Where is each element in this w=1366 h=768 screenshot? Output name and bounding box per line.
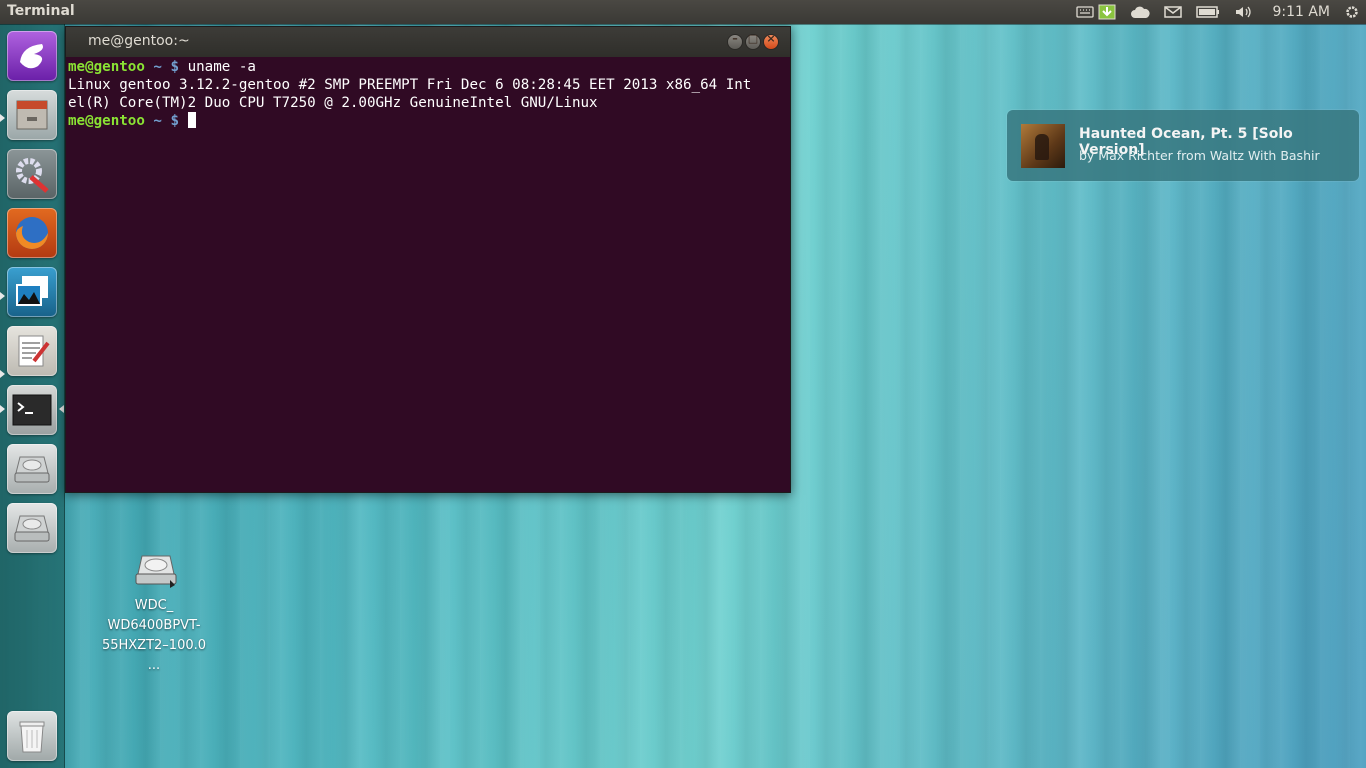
battery-icon[interactable] xyxy=(1196,5,1220,19)
text-cursor xyxy=(187,112,196,128)
gear-icon[interactable] xyxy=(1344,4,1360,20)
window-title: me@gentoo:~ xyxy=(88,33,190,49)
firefox-icon[interactable] xyxy=(7,208,57,258)
dash-home-icon[interactable] xyxy=(7,31,57,81)
app-title: Terminal xyxy=(7,3,75,19)
clock[interactable]: 9:11 AM xyxy=(1272,4,1330,20)
image-viewer-icon[interactable] xyxy=(7,267,57,317)
indicator-area: 9:11 AM xyxy=(1076,0,1360,24)
running-indicator xyxy=(0,114,5,122)
maximize-button[interactable]: □ xyxy=(745,32,761,50)
minimize-button[interactable]: – xyxy=(727,32,743,50)
notification-bubble: Haunted Ocean, Pt. 5 [Solo Version] by M… xyxy=(1007,110,1359,181)
system-settings-icon[interactable] xyxy=(7,149,57,199)
terminal-body[interactable]: me@gentoo ~ $ uname -a Linux gentoo 3.12… xyxy=(66,57,790,492)
mail-icon[interactable] xyxy=(1164,5,1183,19)
keyboard-icon[interactable] xyxy=(1076,5,1095,19)
notification-body: by Max Richter from Waltz With Bashir xyxy=(1079,148,1320,163)
launcher xyxy=(0,24,65,768)
drive-label-line: 55HXZT2–100.0 ... xyxy=(101,638,207,673)
top-panel: Terminal 9:11 AM xyxy=(0,0,1366,24)
drive-label[interactable]: WDC_ WD6400BPVT- 55HXZT2–100.0 ... xyxy=(100,596,208,676)
text-editor-icon[interactable] xyxy=(7,326,57,376)
window-titlebar[interactable]: me@gentoo:~ – □ × xyxy=(66,27,790,57)
output-line: Linux gentoo 3.12.2-gentoo #2 SMP PREEMP… xyxy=(68,77,752,93)
volume-icon[interactable] xyxy=(1234,5,1254,19)
drive-icon[interactable] xyxy=(7,503,57,553)
album-art-image xyxy=(1021,124,1065,168)
terminal-icon[interactable] xyxy=(7,385,57,435)
cloud-icon[interactable] xyxy=(1130,5,1151,19)
running-indicator xyxy=(0,370,5,378)
files-icon[interactable] xyxy=(7,90,57,140)
drive-icon[interactable] xyxy=(7,444,57,494)
drive-label-line: WD6400BPVT- xyxy=(107,618,201,633)
trash-icon[interactable] xyxy=(7,711,57,761)
prompt-path: ~ $ xyxy=(144,59,188,75)
terminal-window[interactable]: me@gentoo:~ – □ × me@gentoo ~ $ uname -a… xyxy=(65,26,791,493)
prompt-path: ~ $ xyxy=(144,113,188,129)
command-text: uname -a xyxy=(187,59,256,75)
hard-drive-icon[interactable] xyxy=(132,550,177,588)
download-icon[interactable] xyxy=(1098,4,1116,20)
desktop-drive-icon[interactable]: WDC_ WD6400BPVT- 55HXZT2–100.0 ... xyxy=(100,550,208,676)
running-indicator xyxy=(0,405,5,413)
drive-label-line: WDC_ xyxy=(134,598,174,613)
prompt-user: me@gentoo xyxy=(68,113,145,129)
running-indicator xyxy=(0,292,5,300)
focused-indicator xyxy=(59,405,64,413)
prompt-user: me@gentoo xyxy=(68,59,145,75)
output-line: el(R) Core(TM)2 Duo CPU T7250 @ 2.00GHz … xyxy=(68,95,598,111)
close-button[interactable]: × xyxy=(763,32,779,50)
